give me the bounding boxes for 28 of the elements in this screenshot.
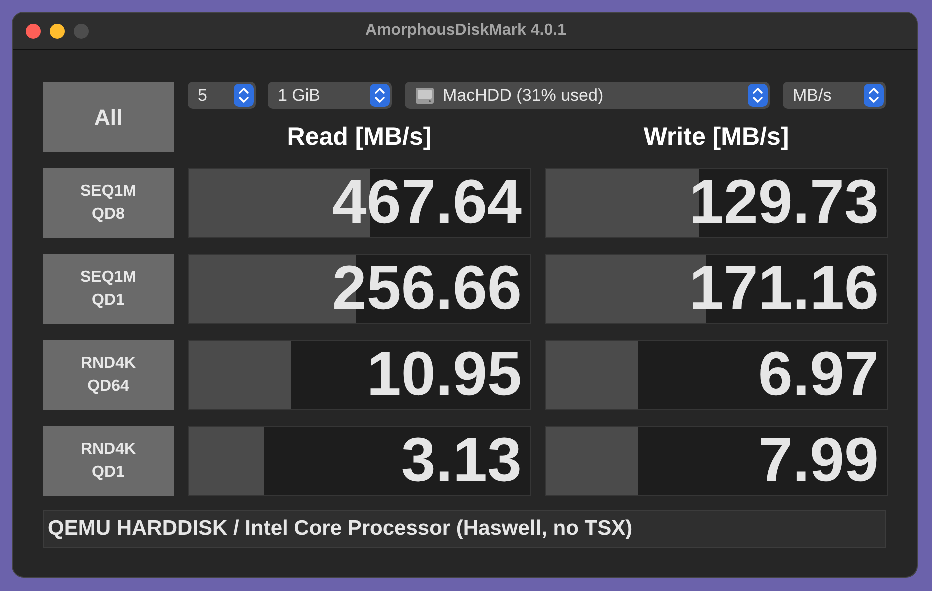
stepper-icon[interactable] bbox=[370, 84, 390, 107]
window-title: AmorphousDiskMark 4.0.1 bbox=[364, 21, 568, 41]
hard-drive-icon bbox=[415, 86, 435, 104]
dropdown-select[interactable]: 1 GiB bbox=[268, 82, 392, 109]
speed-value: 171.16 bbox=[689, 256, 879, 322]
dropdown-select[interactable]: MB/s bbox=[783, 82, 886, 109]
test-button[interactable]: SEQ1M QD8 bbox=[43, 168, 174, 238]
stepper-icon[interactable] bbox=[864, 84, 884, 107]
speed-value: 3.13 bbox=[401, 428, 522, 494]
all-button[interactable]: All bbox=[43, 82, 174, 152]
speed-value: 467.64 bbox=[332, 170, 522, 236]
drive-select[interactable]: MacHDD (31% used) bbox=[405, 82, 770, 109]
speed-value: 6.97 bbox=[758, 342, 879, 408]
speed-value: 10.95 bbox=[366, 342, 522, 408]
test-button[interactable]: SEQ1M QD1 bbox=[43, 254, 174, 324]
speed-value: 129.73 bbox=[689, 170, 879, 236]
stepper-icon[interactable] bbox=[234, 84, 254, 107]
close-button[interactable] bbox=[26, 24, 41, 38]
speed-value: 256.66 bbox=[332, 256, 522, 322]
comment-field[interactable]: QEMU HARDDISK / Intel Core Processor (Haswell, no TSX) bbox=[43, 510, 886, 548]
dropdown-select[interactable]: 5 bbox=[188, 82, 256, 109]
minimize-button[interactable] bbox=[50, 24, 65, 38]
test-button[interactable]: RND4K QD64 bbox=[43, 340, 174, 410]
column-header: Write [MB/s] bbox=[642, 123, 790, 151]
stepper-icon[interactable] bbox=[748, 84, 768, 107]
column-header: Read [MB/s] bbox=[286, 123, 433, 151]
speed-value: 7.99 bbox=[758, 428, 879, 494]
test-button[interactable]: RND4K QD1 bbox=[43, 426, 174, 496]
